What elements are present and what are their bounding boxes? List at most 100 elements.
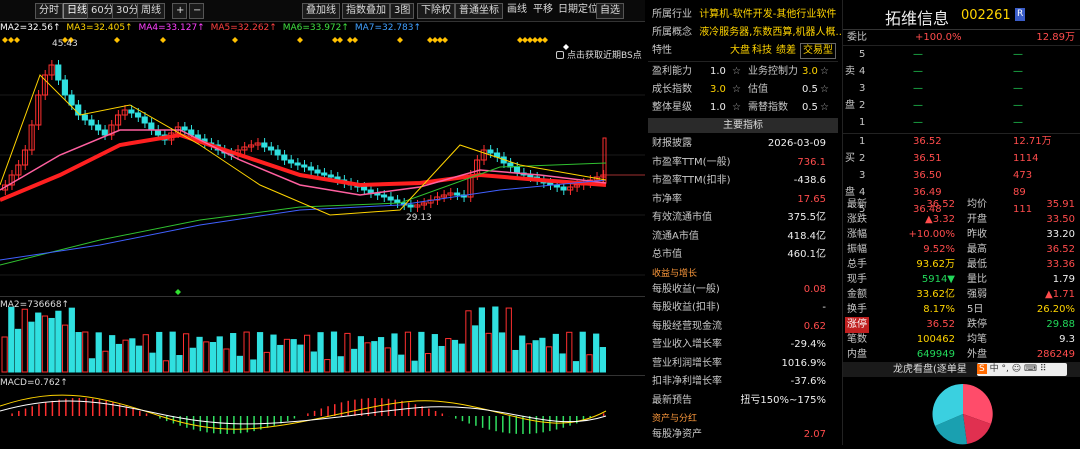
star-icon: ☆ [820, 84, 829, 95]
candle-body [367, 189, 374, 194]
quote-stat-row: 现手 5914▼ 量比 1.79 [847, 274, 1075, 285]
watchlist-dropdown[interactable]: 自选 [596, 3, 624, 19]
volume-bar [317, 332, 324, 373]
volume-bar [216, 336, 223, 373]
volume-bar [209, 342, 217, 373]
kline-chart[interactable]: 45.43 29.13 点击获取近期BS点 [0, 35, 645, 295]
low-price-label: 29.13 [406, 213, 432, 223]
metric-row[interactable]: 营业收入增长率 -29.4% [652, 336, 834, 354]
pan-link[interactable]: 平移 [530, 3, 556, 19]
volume-bar [68, 307, 75, 373]
sell-level-row[interactable]: 3— — [843, 81, 1080, 97]
macd-chart[interactable]: MACD=0.762↑ [0, 375, 645, 445]
sell-level-row[interactable]: 盘 2— — [843, 98, 1080, 114]
volume-chart[interactable]: MA2=736668↑ [0, 296, 645, 374]
volume-bar [290, 339, 297, 373]
weibi-row: 委比 +100.0% 12.89万 [843, 30, 1080, 46]
industry-link[interactable]: 计算机-软件开发-其他行业软件 [699, 9, 836, 20]
quote-stat-row: 换手 8.17% 5日 26.20% [847, 304, 1075, 315]
feature-tag: 大盘 [730, 45, 750, 56]
metric-row[interactable]: 每股收益(扣非) - [652, 299, 834, 317]
period-intraday-button[interactable]: 分时 [35, 3, 63, 19]
ime-toolbar[interactable]: S 中 °, ☺ ⌨ ⠿ [977, 363, 1067, 376]
candle-body [274, 149, 281, 156]
index-overlay-dropdown[interactable]: 指数叠加 [342, 3, 390, 19]
volume-bar [593, 333, 600, 373]
candle-body [148, 122, 155, 131]
coordinate-dropdown[interactable]: 普通坐标 [455, 3, 503, 19]
metric-row[interactable]: 最新预告 扭亏150%~175% [652, 392, 834, 410]
concept-link[interactable]: 液冷服务器,东数西算,机器人概... [699, 27, 845, 38]
draw-line-link[interactable]: 画线 [504, 3, 530, 19]
feature-tag: 绩差 [776, 45, 796, 56]
metric-row[interactable]: 每股净资产 2.07 [652, 426, 834, 444]
quote-stat-row: 笔数 100462 均笔 9.3 [847, 334, 1075, 345]
volume-bar [599, 347, 606, 373]
volume-bar [465, 310, 472, 373]
volume-bar [425, 353, 432, 373]
volume-svg [1, 306, 606, 373]
volume-bar [458, 343, 465, 373]
concept-row: 所属概念 液冷服务器,东数西算,机器人概... [652, 27, 846, 38]
metric-row[interactable]: 扣非净利增长率 -37.6% [652, 373, 834, 391]
volume-bar [371, 341, 378, 373]
volume-bar [498, 332, 506, 373]
bs-hint-link[interactable]: 点击获取近期BS点 [556, 48, 642, 61]
metric-row[interactable]: 市净率 17.65 [652, 191, 834, 209]
metric-row[interactable]: 总市值 460.1亿 [652, 246, 834, 264]
candle-body [128, 109, 135, 114]
zoom-out-button[interactable]: − [189, 3, 204, 19]
three-chart-dropdown[interactable]: 3图 [390, 3, 415, 19]
lhb-label[interactable]: 龙虎看盘(逐单星 [893, 364, 967, 375]
metric-row[interactable]: 流通A市值 418.4亿 [652, 228, 834, 246]
volume-bar [115, 343, 123, 373]
metric-row[interactable]: 每股收益(一般) 0.08 [652, 281, 834, 299]
buy-level-row[interactable]: 3 36.50 473 [843, 168, 1080, 184]
metric-row[interactable]: 市盈率TTM(一般) 736.1 [652, 154, 834, 172]
volume-bar [149, 352, 156, 373]
volume-bar [431, 334, 438, 373]
sell-level-row[interactable]: 卖 4— — [843, 64, 1080, 80]
star-icon: ☆ [732, 102, 741, 113]
date-locate-link[interactable]: 日期定位 [555, 3, 601, 19]
quote-stat-row: 涨停 36.52 跌停 29.88 [843, 317, 1080, 333]
event-marker [397, 37, 403, 43]
zoom-in-button[interactable]: + [172, 3, 187, 19]
event-marker [337, 37, 343, 43]
metric-row[interactable]: 市盈率TTM(扣非) -438.6 [652, 172, 834, 190]
candle-body [527, 174, 534, 178]
volume-bar [55, 310, 62, 373]
feature-tag: 交易型 [800, 43, 836, 59]
overlay-line-dropdown[interactable]: 叠加线 [302, 3, 340, 19]
volume-bar [62, 324, 69, 373]
event-marker [114, 37, 120, 43]
volume-bar [377, 337, 385, 373]
metric-row[interactable]: 有效流通市值 375.5亿 [652, 209, 834, 227]
sell-level-row[interactable]: 5— — [843, 47, 1080, 63]
candle-body [287, 159, 295, 164]
buy-level-row[interactable]: 1 36.52 12.71万 [843, 134, 1080, 150]
sell-level-row[interactable]: 1— — [843, 115, 1080, 131]
quote-header: 拓维信息 002261 R [843, 0, 1080, 30]
kline-svg [0, 37, 645, 295]
ex-right-dropdown[interactable]: 下除权 [417, 3, 455, 19]
period-weekly-button[interactable]: 周线 [137, 3, 165, 19]
buy-level-row[interactable]: 买 2 36.51 1114 [843, 151, 1080, 167]
event-marker [542, 37, 548, 43]
volume-bar [162, 360, 170, 373]
volume-bar [472, 325, 479, 373]
star-icon: ☆ [820, 102, 829, 113]
rating-row: 整体星级 1.0 ☆ 需替指数 0.5 ☆ [652, 99, 834, 117]
volume-bar [539, 337, 546, 373]
volume-bar [384, 347, 391, 373]
candle-body [181, 126, 188, 131]
volume-bar [418, 331, 425, 373]
volume-bar [438, 345, 445, 373]
metric-row[interactable]: 营业利润增长率 1016.9% [652, 355, 834, 373]
metric-row[interactable]: 财报披露 2026-03-09 [652, 135, 834, 153]
metric-row[interactable]: 每股经营现金流 0.62 [652, 318, 834, 336]
volume-bar [75, 332, 82, 373]
volume-bar [223, 348, 230, 373]
quote-stat-row: 振幅 9.52% 最高 36.52 [847, 244, 1075, 255]
volume-bar [8, 306, 15, 373]
